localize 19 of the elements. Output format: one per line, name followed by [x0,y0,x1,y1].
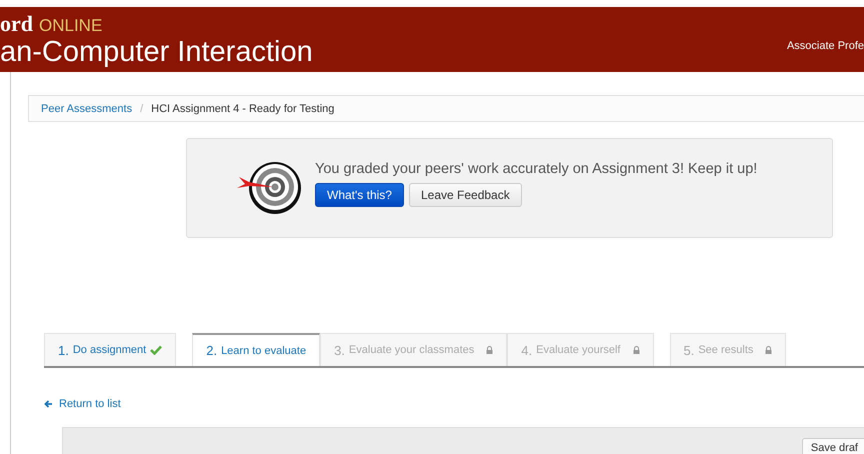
breadcrumb-link[interactable]: Peer Assessments [41,102,132,114]
return-link[interactable]: Return to list [44,398,121,410]
feedback-button[interactable]: Leave Feedback [408,183,522,207]
checkmark-icon [150,345,162,355]
lock-icon [765,346,772,354]
info-button[interactable]: What's this? [315,183,404,207]
user-title[interactable]: Associate Profe [786,40,864,52]
step-tab[interactable]: 2. Learn to evaluate [192,333,320,366]
brand-name: ord [0,12,33,34]
brand-suffix: ONLINE [39,16,102,34]
breadcrumb-current: HCI Assignment 4 - Ready for Testing [151,102,334,114]
notice-message: You graded your peers' work accurately on Assignment 3! Keep it up! [315,161,758,177]
arrow-left-icon [44,400,53,408]
lock-icon [486,346,494,354]
lock-icon [632,346,640,354]
save-draft-button[interactable]: Save draf [802,438,864,454]
course-title: an-Computer Interaction [0,38,314,66]
breadcrumb-separator: / [140,102,144,114]
step-tab[interactable]: 1. Do assignment [44,333,176,366]
